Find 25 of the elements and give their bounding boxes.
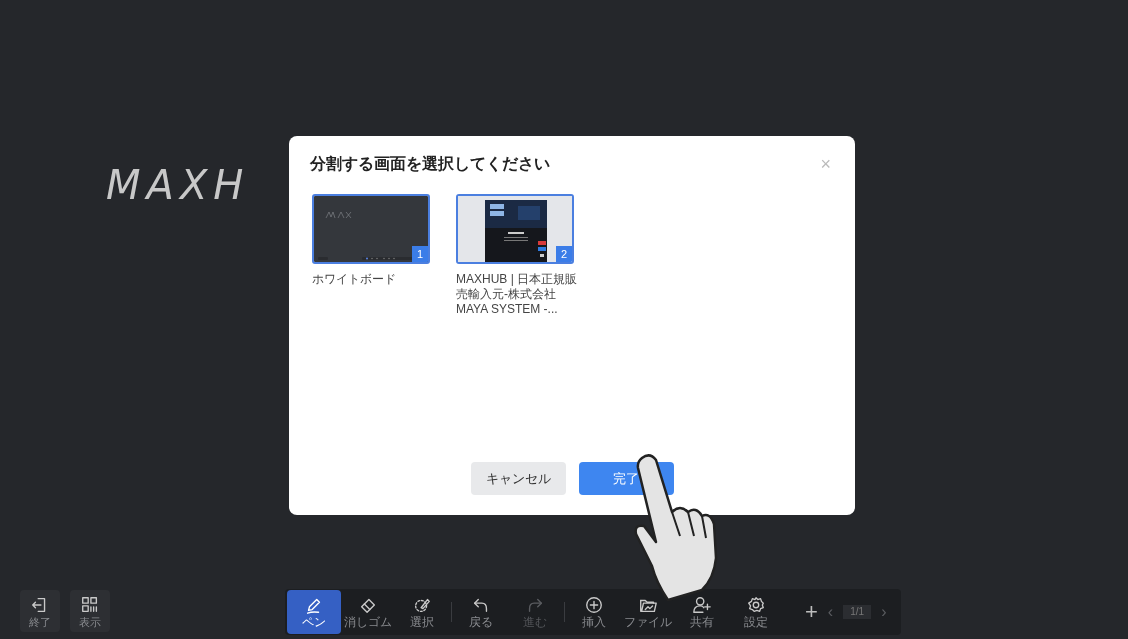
cancel-button[interactable]: キャンセル bbox=[470, 462, 566, 495]
toolbar-button[interactable]: 挿入 bbox=[567, 590, 621, 634]
toolbar-button[interactable]: 選択 bbox=[395, 590, 449, 634]
plus-circle-icon bbox=[584, 595, 604, 615]
toolbar-button[interactable]: 共有 bbox=[675, 590, 729, 634]
handwritten-text: MAXH bbox=[106, 165, 250, 205]
dialog-title: 分割する画面を選択してください bbox=[310, 154, 550, 174]
screen-thumbnail[interactable]: 2 bbox=[456, 194, 574, 264]
person-plus-icon bbox=[692, 595, 712, 615]
number-badge: 1 bbox=[412, 246, 428, 262]
toolbar-button[interactable]: ペン bbox=[287, 590, 341, 634]
tool-button[interactable]: 表示 bbox=[70, 590, 110, 632]
page-indicator: 1/1 bbox=[843, 605, 872, 619]
add-page-button[interactable]: + bbox=[805, 601, 818, 623]
toolbar-button[interactable]: 消しゴム bbox=[341, 590, 395, 634]
toolbar-button[interactable]: 設定 bbox=[729, 590, 783, 634]
toolbar-button[interactable]: 戻る bbox=[454, 590, 508, 634]
screen-thumbnail[interactable]: 1 bbox=[312, 194, 430, 264]
grid-icon bbox=[80, 594, 100, 615]
settings-icon bbox=[746, 595, 766, 615]
number-badge: 2 bbox=[556, 246, 572, 262]
toolbar-button[interactable]: ファイル bbox=[621, 590, 675, 634]
screen-label: ホワイトボード bbox=[312, 272, 397, 287]
tool-button[interactable]: 終了 bbox=[20, 590, 60, 632]
screen-label: MAXHUB | 日本正規販売輸入元-株式会社MAYA SYSTEM -... bbox=[456, 272, 579, 317]
